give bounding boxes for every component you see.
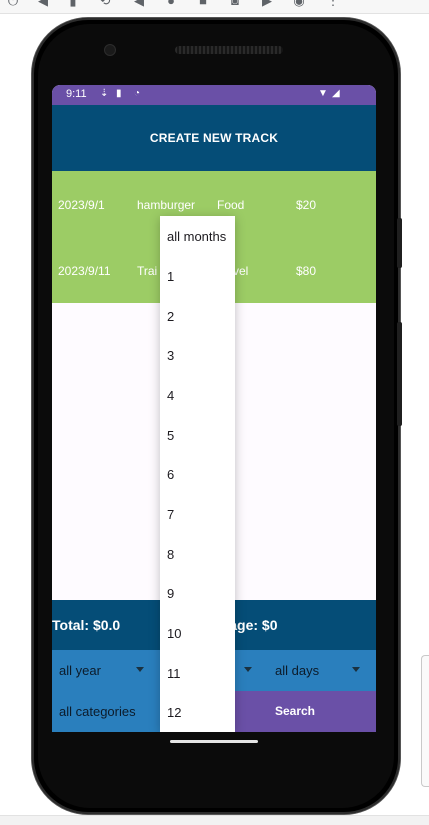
- dropdown-arrow-icon: [244, 667, 252, 672]
- dropdown-option[interactable]: 12: [167, 705, 181, 720]
- emulator-toolbar: ⏻ ◀ ▮ ⟲ ◀ ● ■ ◙ ▶ ◉ ⋮: [0, 0, 429, 14]
- app-screen: 9:11 ⇣ ▮ ◔ ▼ ◢ CREATE NEW TRACK 2023/9/1…: [52, 85, 376, 732]
- dropdown-option[interactable]: 11: [167, 666, 181, 681]
- front-camera: [104, 44, 116, 56]
- track-amount: $20: [296, 198, 317, 212]
- emulator-bottom-bar: [0, 815, 429, 825]
- volume-down-icon[interactable]: ▮: [66, 0, 80, 8]
- day-select[interactable]: all days: [268, 650, 376, 691]
- overview-icon[interactable]: ■: [196, 0, 210, 8]
- power-button[interactable]: [397, 218, 402, 268]
- dropdown-option[interactable]: 1: [167, 269, 174, 284]
- volume-rocker[interactable]: [397, 322, 402, 426]
- dropdown-option[interactable]: 10: [167, 626, 181, 641]
- dropdown-option[interactable]: 4: [167, 388, 174, 403]
- home-icon[interactable]: ●: [164, 0, 178, 8]
- zoom-icon[interactable]: ◉: [292, 0, 306, 8]
- earpiece-speaker: [175, 46, 283, 54]
- back-icon[interactable]: ◀: [132, 0, 146, 8]
- track-amount: $80: [296, 264, 317, 278]
- track-category: vel: [233, 264, 249, 278]
- track-date: 2023/9/11: [58, 264, 111, 278]
- dropdown-option[interactable]: 8: [167, 547, 174, 562]
- record-icon[interactable]: ▶: [260, 0, 274, 8]
- signal-icon: ◢: [332, 88, 340, 99]
- emulator-side-panel: [421, 655, 429, 787]
- track-date: 2023/9/1: [58, 198, 105, 212]
- download-icon: ⇣: [100, 88, 109, 99]
- sd-card-icon: ▮: [116, 88, 122, 99]
- more-icon[interactable]: ⋮: [326, 0, 340, 8]
- create-new-track-button[interactable]: CREATE NEW TRACK: [52, 105, 376, 171]
- status-bar: 9:11 ⇣ ▮ ◔ ▼ ◢: [52, 85, 376, 105]
- rotate-left-icon[interactable]: ⟲: [98, 0, 112, 8]
- track-name: Trai: [137, 264, 158, 278]
- dropdown-option[interactable]: 5: [167, 428, 174, 443]
- header-title: CREATE NEW TRACK: [149, 131, 279, 145]
- dropdown-arrow-icon: [352, 667, 360, 672]
- year-select-value: all year: [59, 663, 101, 678]
- dropdown-option[interactable]: 3: [167, 348, 174, 363]
- search-button[interactable]: Search: [214, 691, 376, 732]
- category-select-value: all categories: [59, 704, 136, 719]
- power-icon[interactable]: ⏻: [6, 0, 20, 8]
- dropdown-arrow-icon: [136, 667, 144, 672]
- dropdown-option[interactable]: 2: [167, 309, 174, 324]
- track-category: Food: [217, 198, 245, 212]
- dropdown-option[interactable]: 7: [167, 507, 174, 522]
- total-label: Total: $0.0: [52, 617, 121, 633]
- volume-up-icon[interactable]: ◀: [36, 0, 50, 8]
- gesture-navigation-bar[interactable]: [170, 740, 258, 743]
- status-time: 9:11: [66, 88, 87, 100]
- dropdown-option[interactable]: 9: [167, 586, 174, 601]
- dropdown-option[interactable]: all months: [167, 229, 226, 244]
- wifi-icon: ▼: [318, 88, 328, 99]
- sync-icon: ◔: [134, 88, 141, 99]
- dropdown-option[interactable]: 6: [167, 467, 174, 482]
- month-dropdown-menu: all months 1 2 3 4 5 6 7 8 9 10 11 12: [160, 216, 235, 732]
- day-select-value: all days: [275, 663, 320, 678]
- year-select[interactable]: all year: [52, 650, 160, 691]
- track-name: hamburger: [137, 198, 196, 212]
- screenshot-icon[interactable]: ◙: [228, 0, 242, 8]
